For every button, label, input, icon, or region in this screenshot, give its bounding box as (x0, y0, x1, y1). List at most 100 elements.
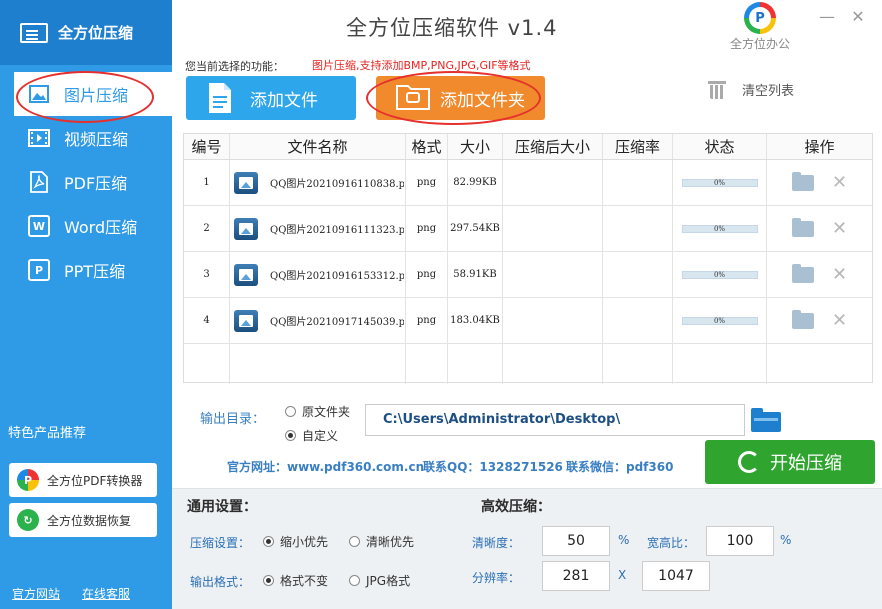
format-jpg-radio[interactable]: JPG格式 (349, 572, 410, 589)
browse-folder-icon[interactable] (751, 408, 781, 432)
table-row[interactable]: 3 QQ图片20210916153312.png png 58.91KB 0% … (184, 251, 872, 298)
aspect-input[interactable]: 100 (706, 526, 774, 556)
compress-small-radio[interactable]: 缩小优先 (263, 533, 328, 550)
column-header: 编号 (184, 134, 230, 159)
sidebar-item-image[interactable]: 图片压缩 (14, 72, 172, 116)
file-name: QQ图片20210916111323.png (270, 225, 404, 236)
start-compress-button[interactable]: 开始压缩 (705, 440, 875, 484)
output-path-field[interactable]: C:\Users\Administrator\Desktop\ (365, 404, 745, 436)
sidebar-nav: 图片压缩 视频压缩 PDF压缩 W Word压缩 P PPT压缩 (0, 72, 172, 292)
data-recovery-button[interactable]: ↻ 全方位数据恢复 (9, 503, 157, 537)
image-file-icon (234, 171, 258, 194)
table-header: 编号 文件名称 格式 大小 压缩后大小 压缩率 状态 操作 (184, 134, 872, 160)
table-row[interactable]: 4 QQ图片20210917145039.png png 183.04KB 0%… (184, 297, 872, 344)
clear-list-button[interactable]: 清空列表 (708, 79, 794, 99)
minimize-button[interactable]: — (818, 8, 836, 26)
open-folder-icon[interactable] (791, 309, 814, 329)
radio-dot (263, 575, 274, 586)
file-format: png (406, 297, 448, 344)
file-table: 编号 文件名称 格式 大小 压缩后大小 压缩率 状态 操作 1 QQ图片2021… (183, 133, 873, 384)
radio-dot (349, 575, 360, 586)
close-button[interactable]: ✕ (849, 8, 867, 26)
progress-bar: 0% (681, 270, 758, 279)
image-icon (28, 83, 50, 105)
image-file-icon (234, 263, 258, 286)
folder-icon (396, 82, 430, 114)
open-folder-icon[interactable] (791, 217, 814, 237)
logo-text: 全方位压缩 (58, 24, 134, 42)
compressed-size (503, 159, 603, 206)
progress-bar: 0% (681, 316, 758, 325)
resolution-height-input[interactable]: 1047 (642, 561, 710, 591)
resolution-label: 分辨率： (472, 571, 521, 585)
film-icon (28, 127, 50, 149)
column-header: 状态 (673, 134, 767, 159)
remove-icon[interactable]: ✕ (832, 310, 847, 331)
output-original-radio[interactable]: 原文件夹 (285, 403, 350, 420)
clarity-input[interactable]: 50 (542, 526, 610, 556)
qq-info: 联系QQ：1328271526 (423, 460, 563, 474)
compressed-size (503, 251, 603, 298)
radio-dot (263, 536, 274, 547)
add-folder-label: 添加文件夹 (440, 90, 525, 111)
brand: P 全方位办公 (720, 2, 800, 52)
sidebar-item-label: PDF压缩 (64, 174, 128, 193)
brand-text: 全方位办公 (729, 37, 790, 51)
open-folder-icon[interactable] (791, 263, 814, 283)
remove-icon[interactable]: ✕ (832, 264, 847, 285)
file-format: png (406, 159, 448, 206)
file-size: 297.54KB (448, 205, 503, 252)
open-folder-icon[interactable] (791, 171, 814, 191)
trash-icon (708, 79, 726, 99)
sidebar-item-word[interactable]: W Word压缩 (0, 204, 172, 248)
resolution-separator: X (618, 568, 627, 582)
app-window: 全方位压缩 图片压缩 视频压缩 PDF压缩 W Word压缩 P PPT压缩 特… (0, 0, 882, 609)
image-file-icon (234, 309, 258, 332)
remove-icon[interactable]: ✕ (832, 172, 847, 193)
online-service-link[interactable]: 在线客服 (82, 585, 130, 602)
title-bar: 全方位压缩软件 v1.4 P 全方位办公 — ✕ (172, 0, 882, 52)
function-label: 您当前选择的功能： (185, 60, 284, 73)
sidebar-item-pdf[interactable]: PDF压缩 (0, 160, 172, 204)
table-row[interactable]: 2 QQ图片20210916111323.png png 297.54KB 0%… (184, 205, 872, 252)
sidebar-item-label: 视频压缩 (64, 130, 129, 149)
file-name: QQ图片20210916110838.png (270, 179, 404, 190)
clear-list-label: 清空列表 (742, 83, 795, 99)
output-custom-radio[interactable]: 自定义 (285, 427, 338, 444)
table-row[interactable]: 1 QQ图片20210916110838.png png 82.99KB 0% … (184, 159, 872, 206)
wechat-info: 联系微信：pdf360 (566, 460, 674, 474)
sidebar-item-label: Word压缩 (64, 218, 138, 237)
file-icon (206, 82, 238, 114)
output-dir-label: 输出目录： (200, 412, 266, 427)
compression-ratio (603, 251, 673, 298)
add-file-button[interactable]: 添加文件 (186, 76, 356, 120)
website-info: 官方网址：www.pdf360.com.cn (227, 460, 425, 474)
row-number: 2 (184, 205, 230, 252)
format-unchanged-radio[interactable]: 格式不变 (263, 572, 328, 589)
official-site-link[interactable]: 官方网站 (12, 585, 60, 602)
pdf-converter-button[interactable]: P 全方位PDF转换器 (9, 463, 157, 497)
resolution-width-input[interactable]: 281 (542, 561, 610, 591)
sidebar-item-label: PPT压缩 (64, 262, 126, 281)
output-format-label: 输出格式： (190, 575, 251, 589)
compression-ratio (603, 205, 673, 252)
file-size: 82.99KB (448, 159, 503, 206)
add-folder-button[interactable]: 添加文件夹 (376, 76, 545, 120)
progress-bar: 0% (681, 224, 758, 233)
row-number: 3 (184, 251, 230, 298)
compressed-size (503, 205, 603, 252)
column-header: 压缩后大小 (503, 134, 603, 159)
general-settings-title: 通用设置： (187, 499, 257, 515)
column-header: 格式 (406, 134, 448, 159)
aspect-label: 宽高比： (647, 536, 696, 550)
sidebar-item-ppt[interactable]: P PPT压缩 (0, 248, 172, 292)
row-number: 1 (184, 159, 230, 206)
aspect-unit: % (780, 533, 792, 547)
sidebar-item-video[interactable]: 视频压缩 (0, 116, 172, 160)
radio-dot (349, 536, 360, 547)
compress-clear-radio[interactable]: 清晰优先 (349, 533, 414, 550)
promo-label: 全方位PDF转换器 (47, 473, 143, 488)
remove-icon[interactable]: ✕ (832, 218, 847, 239)
ppt-icon: P (28, 259, 50, 281)
radio-dot (285, 430, 296, 441)
